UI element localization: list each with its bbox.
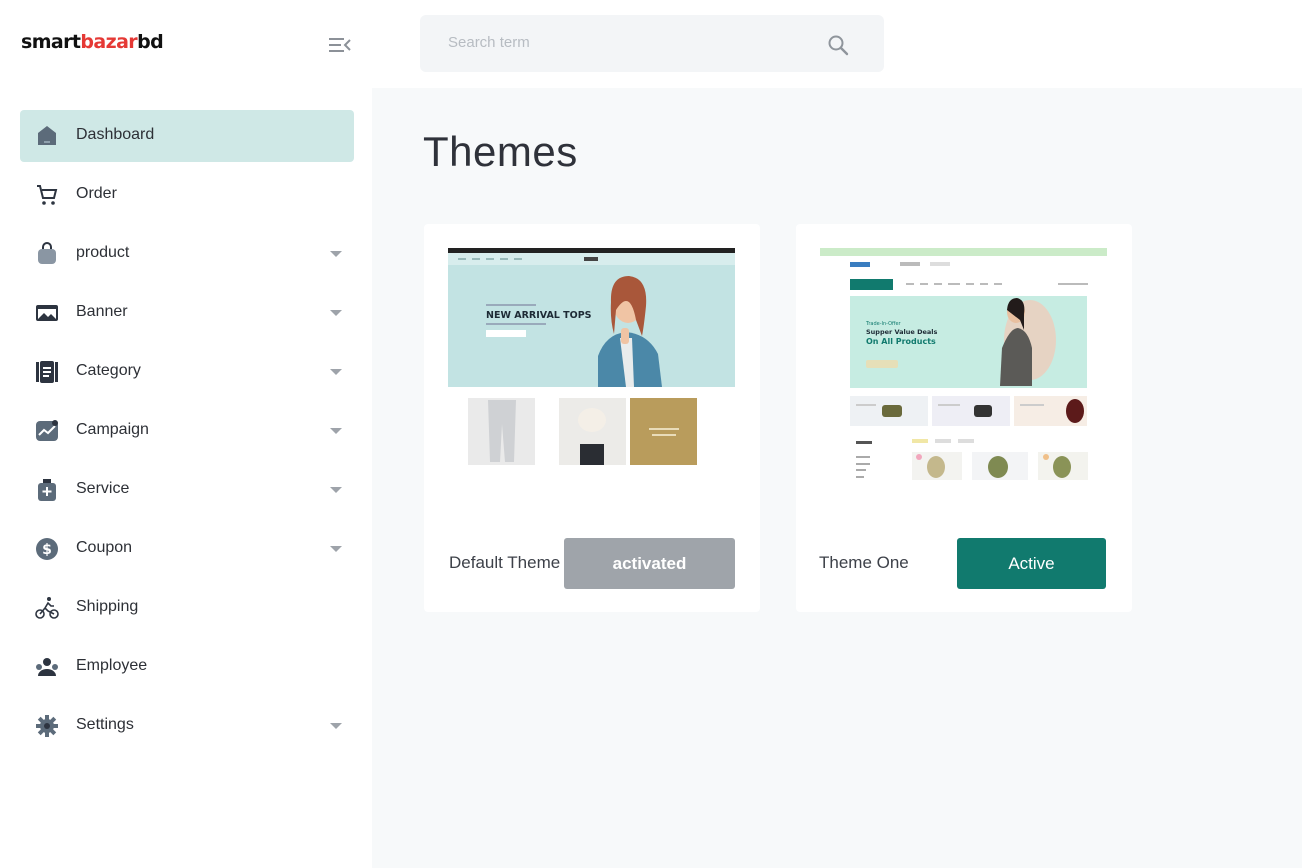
sidebar-item-label: Campaign [76, 421, 149, 438]
chevron-down-icon[interactable] [330, 487, 342, 493]
sidebar-item-label: Dashboard [76, 126, 155, 143]
sidebar-item-service[interactable]: Service [20, 464, 354, 516]
theme-preview-one: Trade-In-Offer Supper Value Deals On All… [820, 248, 1107, 492]
chart-icon [34, 418, 60, 444]
theme-active-button[interactable]: Active [957, 538, 1106, 589]
bag-icon [34, 241, 60, 267]
sidebar-item-shipping[interactable]: Shipping [20, 582, 354, 634]
top-bar [372, 0, 1302, 88]
preview-hero-line1: Trade-In-Offer [865, 321, 902, 327]
brand-logo[interactable]: smartbazarbd [21, 31, 164, 53]
sidebar-item-settings[interactable]: Settings [20, 700, 354, 752]
preview-hero-line2: Supper Value Deals [866, 328, 937, 336]
theme-name: Default Theme [449, 553, 561, 572]
page-title: Themes [423, 128, 578, 175]
collapse-sidebar-button[interactable] [328, 36, 352, 54]
menu-collapse-icon [329, 38, 351, 52]
sidebar-item-label: product [76, 244, 130, 261]
sidebar-item-banner[interactable]: Banner [20, 287, 354, 339]
chevron-down-icon[interactable] [330, 310, 342, 316]
search-box [420, 15, 884, 72]
theme-name: Theme One [819, 553, 909, 572]
sidebar-item-campaign[interactable]: Campaign [20, 405, 354, 457]
theme-activated-button[interactable]: activated [564, 538, 735, 589]
gear-icon [34, 713, 60, 739]
sidebar-item-label: Service [76, 480, 130, 497]
sidebar-item-dashboard[interactable]: Dashboard [20, 110, 354, 162]
sidebar-item-label: Order [76, 185, 117, 202]
chevron-down-icon[interactable] [330, 723, 342, 729]
sidebar-item-label: Coupon [76, 539, 133, 556]
chevron-down-icon[interactable] [330, 428, 342, 434]
theme-preview-default: NEW ARRIVAL TOPS [448, 248, 735, 492]
people-icon [34, 654, 60, 680]
preview-hero-line3: On All Products [866, 337, 936, 346]
sidebar-item-category[interactable]: Category [20, 346, 354, 398]
sidebar-item-label: Employee [76, 657, 148, 674]
sidebar-item-label: Shipping [76, 598, 139, 615]
theme-card-one: Trade-In-Offer Supper Value Deals On All… [796, 224, 1132, 612]
sidebar-item-employee[interactable]: Employee [20, 641, 354, 693]
search-input[interactable] [448, 34, 808, 51]
theme-preview-image: NEW ARRIVAL TOPS [448, 248, 735, 465]
image-icon [34, 300, 60, 326]
theme-card-default: NEW ARRIVAL TOPS Default Theme activated [424, 224, 760, 612]
chevron-down-icon[interactable] [330, 251, 342, 257]
sidebar-item-order[interactable]: Order [20, 169, 354, 221]
sidebar-item-label: Banner [76, 303, 128, 320]
document-icon [34, 359, 60, 385]
preview-hero-text: NEW ARRIVAL TOPS [486, 310, 592, 321]
chevron-down-icon[interactable] [330, 369, 342, 375]
theme-preview-image: Trade-In-Offer Supper Value Deals On All… [820, 248, 1107, 492]
sidebar-item-coupon[interactable]: $ Coupon [20, 523, 354, 575]
bike-icon [34, 595, 60, 621]
sidebar: smartbazarbd Dashboard Order product Ban… [0, 0, 372, 868]
sidebar-item-label: Settings [76, 716, 134, 733]
chevron-down-icon[interactable] [330, 546, 342, 552]
dollar-icon: $ [34, 536, 60, 562]
home-icon [34, 123, 60, 149]
svg-text:$: $ [42, 542, 52, 558]
cart-icon [34, 182, 60, 208]
sidebar-item-label: Category [76, 362, 141, 379]
sidebar-item-product[interactable]: product [20, 228, 354, 280]
search-icon[interactable] [827, 34, 849, 56]
sidebar-nav: Dashboard Order product Banner Category … [20, 110, 354, 759]
medkit-icon [34, 477, 60, 503]
